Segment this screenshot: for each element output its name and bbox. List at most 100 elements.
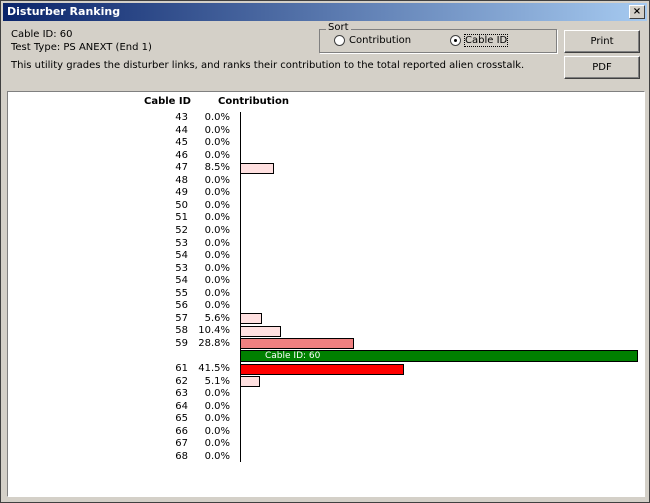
ranking-row: 63 0.0%	[8, 388, 644, 400]
cable-id-cell: 54	[175, 275, 188, 287]
radio-checked-icon	[450, 35, 461, 46]
cable-id-cell: 57	[175, 312, 188, 324]
ranking-row: 43 0.0%	[8, 112, 644, 124]
cable-id-cell: 64	[175, 400, 188, 412]
contribution-cell: 0.0%	[204, 124, 230, 136]
contribution-cell: 0.0%	[204, 400, 230, 412]
contribution-bar	[240, 313, 262, 325]
ranking-row: 57 5.6%	[8, 313, 644, 325]
cable-id-cell: 45	[175, 137, 188, 149]
cable-id-column-header: Cable ID	[144, 96, 191, 107]
ranking-row: 53 0.0%	[8, 238, 644, 250]
contribution-cell: 0.0%	[204, 149, 230, 161]
cable-id-cell: 67	[175, 438, 188, 450]
ranking-row: 58 10.4%	[8, 325, 644, 337]
ranking-row: 55 0.0%	[8, 288, 644, 300]
ranking-row: 49 0.0%	[8, 187, 644, 199]
ranking-row: 53 0.0%	[8, 263, 644, 275]
pdf-button[interactable]: PDF	[564, 56, 640, 79]
cable-id-cell: 52	[175, 224, 188, 236]
window-title: Disturber Ranking	[7, 5, 121, 18]
radio-unchecked-icon	[334, 35, 345, 46]
print-button[interactable]: Print	[564, 30, 640, 53]
ranking-row: 68 0.0%	[8, 451, 644, 463]
contribution-cell: 0.0%	[204, 275, 230, 287]
cable-id-cell: 58	[175, 325, 188, 337]
ranking-chart-panel[interactable]: Cable ID Contribution 43 0.0% 44 0.0% 45 0.0%…	[7, 91, 645, 497]
contribution-cell: 0.0%	[204, 199, 230, 211]
contribution-cell: 41.5%	[198, 363, 230, 374]
contribution-cell: 0.0%	[204, 187, 230, 199]
cable-id-cell: 51	[175, 212, 188, 224]
sort-group: Sort Contribution Cable ID	[319, 22, 557, 53]
ranking-row: 46 0.0%	[8, 150, 644, 162]
test-type-label: Test Type: PS ANEXT (End 1)	[11, 42, 152, 53]
sort-contribution-label: Contribution	[349, 35, 412, 46]
contribution-cell: 0.0%	[204, 250, 230, 262]
contribution-cell: 0.0%	[204, 425, 230, 437]
selected-cable-bar: Cable ID: 60	[240, 350, 638, 363]
cable-id-cell: 56	[175, 300, 188, 312]
contribution-bar	[240, 338, 354, 350]
cable-id-cell: 59	[175, 337, 188, 349]
sort-cable-id-radio[interactable]: Cable ID	[450, 34, 509, 47]
cable-id-cell: 54	[175, 250, 188, 262]
ranking-row: 65 0.0%	[8, 413, 644, 425]
ranking-row: 51 0.0%	[8, 212, 644, 224]
ranking-row: 44 0.0%	[8, 125, 644, 137]
ranking-row: 67 0.0%	[8, 438, 644, 450]
contribution-cell: 0.0%	[204, 450, 230, 462]
close-button[interactable]: ×	[629, 5, 645, 19]
ranking-row: 66 0.0%	[8, 426, 644, 438]
cable-id-cell: 55	[175, 287, 188, 299]
description-text: This utility grades the disturber links,…	[11, 60, 525, 71]
ranking-row: 62 5.1%	[8, 376, 644, 388]
cable-id-cell: 48	[175, 174, 188, 186]
ranking-row: 54 0.0%	[8, 250, 644, 262]
contribution-cell: 5.6%	[204, 312, 230, 324]
cable-id-cell: 47	[175, 162, 188, 174]
contribution-cell: 0.0%	[204, 174, 230, 186]
contribution-bar	[240, 162, 274, 174]
ranking-row: 52 0.0%	[8, 225, 644, 237]
cable-id-cell: 43	[175, 112, 188, 123]
cable-id-cell: 46	[175, 149, 188, 161]
contribution-bar	[240, 325, 281, 337]
contribution-cell: 0.0%	[204, 237, 230, 249]
cable-id-cell: 44	[175, 124, 188, 136]
contribution-cell: 5.1%	[204, 375, 230, 387]
contribution-cell: 0.0%	[204, 224, 230, 236]
contribution-cell: 0.0%	[204, 287, 230, 299]
sort-legend: Sort	[326, 22, 351, 33]
sort-contribution-radio[interactable]: Contribution	[334, 35, 411, 46]
contribution-cell: 0.0%	[204, 388, 230, 400]
cable-id-cell: 65	[175, 413, 188, 425]
cable-id-cell: 68	[175, 450, 188, 462]
disturber-ranking-window: Disturber Ranking × Cable ID: 60 Test Ty…	[0, 0, 650, 503]
ranking-row: 64 0.0%	[8, 401, 644, 413]
sort-cable-id-label: Cable ID	[463, 34, 509, 47]
contribution-bar	[240, 363, 404, 375]
contribution-column-header: Contribution	[218, 96, 289, 107]
contribution-cell: 10.4%	[198, 325, 230, 337]
contribution-cell: 8.5%	[204, 162, 230, 174]
cable-id-cell: 49	[175, 187, 188, 199]
contribution-bar	[240, 376, 260, 388]
contribution-cell: 28.8%	[198, 337, 230, 349]
cable-id-cell: 50	[175, 199, 188, 211]
cable-id-cell: 61	[175, 363, 188, 374]
cable-id-cell: 62	[175, 375, 188, 387]
cable-id-cell: 63	[175, 388, 188, 400]
ranking-row: 47 8.5%	[8, 162, 644, 174]
contribution-cell: 0.0%	[204, 212, 230, 224]
ranking-row: 50 0.0%	[8, 200, 644, 212]
contribution-cell: 0.0%	[204, 137, 230, 149]
cable-id-label: Cable ID: 60	[11, 29, 73, 40]
title-bar[interactable]: Disturber Ranking ×	[3, 3, 647, 21]
cable-id-cell: 53	[175, 262, 188, 274]
ranking-row: 56 0.0%	[8, 300, 644, 312]
ranking-row: 45 0.0%	[8, 137, 644, 149]
contribution-cell: 0.0%	[204, 438, 230, 450]
cable-id-cell: 66	[175, 425, 188, 437]
contribution-cell: 0.0%	[204, 112, 230, 123]
